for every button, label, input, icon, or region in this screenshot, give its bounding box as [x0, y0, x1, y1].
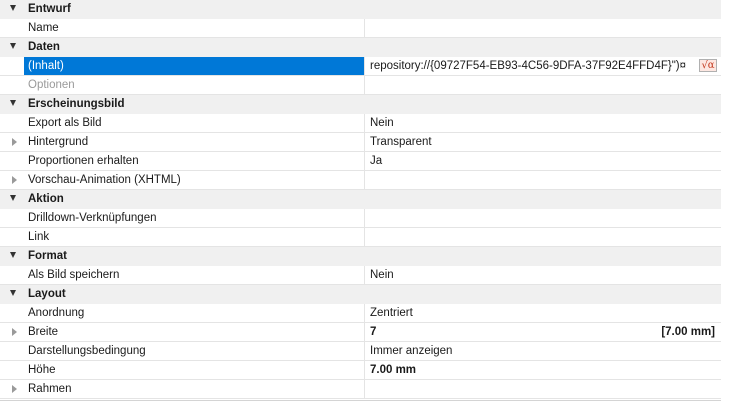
property-value[interactable]: Transparent [364, 133, 721, 151]
collapse-triangle-icon[interactable] [10, 5, 16, 11]
property-row-darstellungsbedingung[interactable]: Darstellungsbedingung Immer anzeigen [0, 342, 721, 361]
property-value[interactable] [364, 209, 721, 227]
property-name: Als Bild speichern [28, 269, 120, 281]
category-label: Format [28, 250, 67, 262]
formula-editor-icon[interactable]: √α [699, 59, 717, 72]
expand-arrow-icon[interactable] [12, 385, 17, 393]
property-value-text: Nein [370, 117, 394, 129]
property-value[interactable]: Ja [364, 152, 721, 170]
collapse-triangle-icon[interactable] [10, 100, 16, 106]
property-value[interactable]: Nein [364, 114, 721, 132]
category-label: Entwurf [28, 3, 71, 15]
property-value[interactable] [364, 19, 721, 37]
expand-arrow-icon[interactable] [12, 138, 17, 146]
property-value-text: Nein [370, 269, 394, 281]
category-layout[interactable]: Layout [0, 285, 721, 304]
property-row-optionen[interactable]: Optionen [0, 76, 721, 95]
property-name: (Inhalt) [24, 57, 364, 75]
category-format[interactable]: Format [0, 247, 721, 266]
property-value[interactable]: repository://{09727F54-EB93-4C56-9DFA-37… [364, 57, 721, 75]
property-value-text: 7 [370, 326, 377, 338]
category-aktion[interactable]: Aktion [0, 190, 721, 209]
property-name: Hintergrund [28, 136, 89, 148]
property-grid: Entwurf Name Daten (Inhalt) repository://{09… [0, 0, 721, 399]
property-value-text: Transparent [370, 136, 432, 148]
property-value-text: 7.00 mm [370, 364, 417, 376]
property-value[interactable] [364, 228, 721, 246]
property-value[interactable] [364, 171, 721, 189]
property-name: Export als Bild [28, 117, 102, 129]
property-name: Link [28, 231, 50, 243]
property-name: Anordnung [28, 307, 85, 319]
property-value-text: repository://{09727F54-EB93-4C56-9DFA-37… [370, 60, 687, 72]
category-label: Erscheinungsbild [28, 98, 125, 110]
collapse-triangle-icon[interactable] [10, 195, 16, 201]
property-value[interactable]: Immer anzeigen [364, 342, 721, 360]
property-name: Drilldown-Verknüpfungen [28, 212, 157, 224]
property-value[interactable] [364, 76, 721, 94]
property-name: Darstellungsbedingung [28, 345, 146, 357]
property-name: Rahmen [28, 383, 72, 395]
property-row-inhalt[interactable]: (Inhalt) repository://{09727F54-EB93-4C56… [0, 57, 721, 76]
property-row-drilldown-verknüpfungen[interactable]: Drilldown-Verknüpfungen [0, 209, 721, 228]
unit-readout: [7.00 mm] [661, 326, 715, 338]
property-name: Proportionen erhalten [28, 155, 139, 167]
property-row-proportionen-erhalten[interactable]: Proportionen erhalten Ja [0, 152, 721, 171]
property-value[interactable]: Zentriert [364, 304, 721, 322]
category-label: Aktion [28, 193, 64, 205]
property-row-link[interactable]: Link [0, 228, 721, 247]
property-row-anordnung[interactable]: Anordnung Zentriert [0, 304, 721, 323]
property-row-export-als-bild[interactable]: Export als Bild Nein [0, 114, 721, 133]
property-row-hintergrund[interactable]: Hintergrund Transparent [0, 133, 721, 152]
property-value[interactable]: 7 [7.00 mm] [364, 323, 721, 341]
category-label: Daten [28, 41, 60, 53]
collapse-triangle-icon[interactable] [10, 43, 16, 49]
property-name: Höhe [28, 364, 56, 376]
property-value-text: Ja [370, 155, 383, 167]
property-row-rahmen[interactable]: Rahmen [0, 380, 721, 399]
property-value[interactable]: Nein [364, 266, 721, 284]
category-entwurf[interactable]: Entwurf [0, 0, 721, 19]
property-row-als-bild-speichern[interactable]: Als Bild speichern Nein [0, 266, 721, 285]
collapse-triangle-icon[interactable] [10, 290, 16, 296]
property-name: Name [28, 22, 59, 34]
property-row-name[interactable]: Name [0, 19, 721, 38]
property-value[interactable]: 7.00 mm [364, 361, 721, 379]
category-erscheinungsbild[interactable]: Erscheinungsbild [0, 95, 721, 114]
property-name: Breite [28, 326, 59, 338]
property-row-breite[interactable]: Breite 7 [7.00 mm] [0, 323, 721, 342]
property-value-text: Zentriert [370, 307, 413, 319]
grid-bottom-border [0, 400, 721, 401]
expand-arrow-icon[interactable] [12, 176, 17, 184]
category-daten[interactable]: Daten [0, 38, 721, 57]
expand-arrow-icon[interactable] [12, 328, 17, 336]
property-value-text: Immer anzeigen [370, 345, 453, 357]
property-row-höhe[interactable]: Höhe 7.00 mm [0, 361, 721, 380]
collapse-triangle-icon[interactable] [10, 252, 16, 258]
category-label: Layout [28, 288, 66, 300]
property-value[interactable] [364, 380, 721, 398]
property-name: Vorschau-Animation (XHTML) [28, 174, 181, 186]
property-row-vorschau-animation-xhtml[interactable]: Vorschau-Animation (XHTML) [0, 171, 721, 190]
property-name: Optionen [28, 79, 75, 91]
